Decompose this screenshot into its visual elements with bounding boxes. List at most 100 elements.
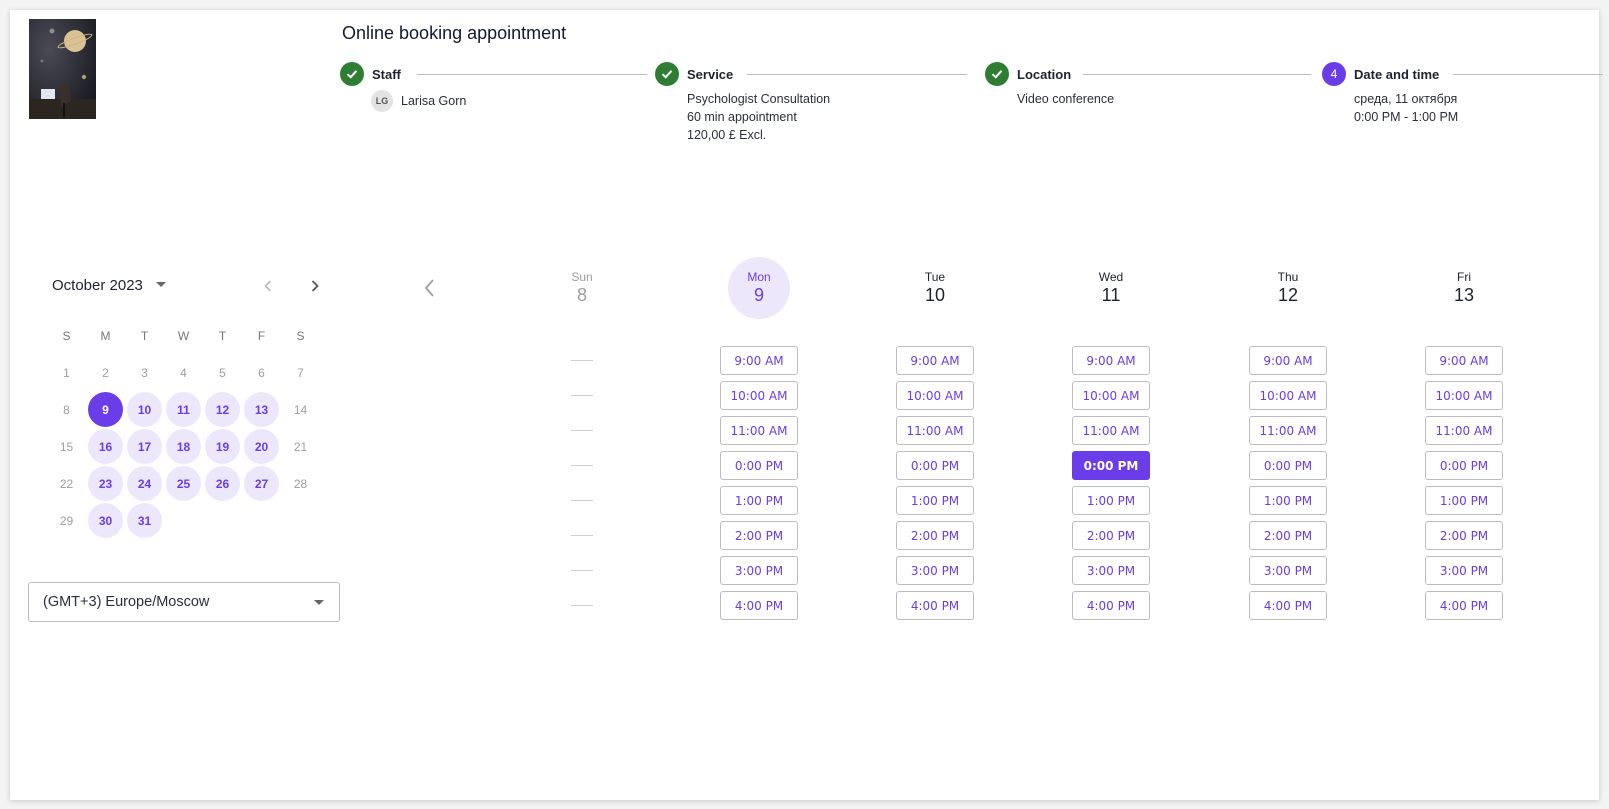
- step-number-badge: 4: [1322, 62, 1346, 86]
- time-slot-button[interactable]: 9:00 AM: [1249, 346, 1327, 375]
- time-slot-button[interactable]: 10:00 AM: [896, 381, 974, 410]
- calendar-day: 5: [203, 354, 242, 391]
- calendar-day[interactable]: 17: [125, 428, 164, 465]
- calendar-day: 6: [242, 354, 281, 391]
- time-slot-button[interactable]: 1:00 PM: [720, 486, 798, 515]
- calendar-day[interactable]: 25: [164, 465, 203, 502]
- time-slot-button[interactable]: 2:00 PM: [720, 521, 798, 550]
- calendar-day: 29: [47, 502, 86, 539]
- time-slot-button[interactable]: 11:00 AM: [720, 416, 798, 445]
- time-slot-button[interactable]: 10:00 AM: [1249, 381, 1327, 410]
- time-slot-button[interactable]: 1:00 PM: [1072, 486, 1150, 515]
- calendar-day[interactable]: 24: [125, 465, 164, 502]
- time-slot-button[interactable]: 2:00 PM: [1249, 521, 1327, 550]
- unavailable-slot-dash: [571, 570, 593, 571]
- calendar-day[interactable]: 20: [242, 428, 281, 465]
- time-slot-button[interactable]: 4:00 PM: [1249, 591, 1327, 620]
- unavailable-slot-dash: [571, 360, 593, 361]
- location-name: Video conference: [1017, 92, 1115, 106]
- selected-date: среда, 11 октября: [1354, 92, 1458, 106]
- time-slot-button[interactable]: 4:00 PM: [720, 591, 798, 620]
- timezone-select[interactable]: (GMT+3) Europe/Moscow: [28, 582, 340, 622]
- day-header: Mon 9: [699, 256, 819, 320]
- time-slot-button[interactable]: 0:00 PM: [896, 451, 974, 480]
- service-duration: 60 min appointment: [687, 110, 797, 124]
- calendar-day-number: 29: [59, 513, 74, 528]
- time-slot-button[interactable]: 11:00 AM: [896, 416, 974, 445]
- time-slot-button[interactable]: 10:00 AM: [1425, 381, 1503, 410]
- time-slot-button[interactable]: 11:00 AM: [1072, 416, 1150, 445]
- month-dropdown-caret-icon[interactable]: [156, 282, 166, 287]
- time-slot-button[interactable]: 2:00 PM: [1072, 521, 1150, 550]
- time-slot-button[interactable]: 1:00 PM: [1425, 486, 1503, 515]
- check-icon: [655, 62, 679, 86]
- day-name: Mon: [747, 270, 771, 284]
- time-slot-button[interactable]: 3:00 PM: [1072, 556, 1150, 585]
- time-slot-button[interactable]: 4:00 PM: [1425, 591, 1503, 620]
- day-number: 9: [753, 285, 764, 305]
- calendar-day[interactable]: 19: [203, 428, 242, 465]
- time-slot-button[interactable]: 0:00 PM: [1249, 451, 1327, 480]
- calendar-day-number: 17: [127, 429, 162, 464]
- time-slot-button[interactable]: 9:00 AM: [720, 346, 798, 375]
- time-slot-button[interactable]: 4:00 PM: [1072, 591, 1150, 620]
- calendar-day-number: 14: [293, 402, 308, 417]
- time-slot-button[interactable]: 9:00 AM: [1072, 346, 1150, 375]
- calendar-day[interactable]: 27: [242, 465, 281, 502]
- step-detail: Psychologist Consultation 60 min appoint…: [687, 90, 830, 144]
- time-slot-button[interactable]: 2:00 PM: [1425, 521, 1503, 550]
- calendar-day-number: 15: [59, 439, 74, 454]
- previous-week-button[interactable]: [418, 276, 442, 300]
- calendar-day-number: 16: [88, 429, 123, 464]
- unavailable-slot-dash: [571, 430, 593, 431]
- step-label: Date and time: [1354, 67, 1440, 82]
- day-header: Wed 11: [1051, 256, 1171, 320]
- day-header: Thu 12: [1228, 256, 1348, 320]
- previous-month-button[interactable]: [258, 276, 278, 296]
- step-connector: [747, 74, 967, 75]
- time-slot-button[interactable]: 11:00 AM: [1249, 416, 1327, 445]
- time-slot-button[interactable]: 0:00 PM: [1425, 451, 1503, 480]
- time-slot-button[interactable]: 4:00 PM: [896, 591, 974, 620]
- time-slot-selected[interactable]: 0:00 PM: [1072, 451, 1150, 480]
- timezone-value: (GMT+3) Europe/Moscow: [43, 594, 210, 610]
- step-connector: [1453, 74, 1603, 75]
- weekday-header: S: [296, 328, 305, 343]
- next-month-button[interactable]: [305, 276, 325, 296]
- calendar-day: 3: [125, 354, 164, 391]
- time-slot-button[interactable]: 9:00 AM: [1425, 346, 1503, 375]
- step-label: Service: [687, 67, 734, 82]
- time-slot-button[interactable]: 10:00 AM: [1072, 381, 1150, 410]
- calendar-month-label[interactable]: October 2023: [52, 277, 143, 294]
- calendar-day[interactable]: 11: [164, 391, 203, 428]
- calendar-day-number: 10: [127, 392, 162, 427]
- step-detail: Video conference: [1017, 90, 1114, 108]
- time-slot-button[interactable]: 3:00 PM: [1425, 556, 1503, 585]
- time-slot-button[interactable]: 0:00 PM: [720, 451, 798, 480]
- calendar-day[interactable]: 23: [86, 465, 125, 502]
- time-slot-button[interactable]: 1:00 PM: [1249, 486, 1327, 515]
- time-slot-button[interactable]: 10:00 AM: [720, 381, 798, 410]
- day-header: Sun 8: [522, 256, 642, 320]
- time-slot-button[interactable]: 3:00 PM: [720, 556, 798, 585]
- calendar-day[interactable]: 13: [242, 391, 281, 428]
- calendar-day[interactable]: 30: [86, 502, 125, 539]
- time-slot-button[interactable]: 11:00 AM: [1425, 416, 1503, 445]
- calendar-day[interactable]: 10: [125, 391, 164, 428]
- time-slot-button[interactable]: 1:00 PM: [896, 486, 974, 515]
- calendar-day[interactable]: 16: [86, 428, 125, 465]
- time-slot-button[interactable]: 3:00 PM: [1249, 556, 1327, 585]
- time-slot-button[interactable]: 9:00 AM: [896, 346, 974, 375]
- calendar-day[interactable]: 31: [125, 502, 164, 539]
- calendar-day: 14: [281, 391, 320, 428]
- chevron-left-icon: [424, 279, 434, 297]
- month-calendar: October 2023 S M T W T F S 1 2 3 4 5 6 7 8 9 10 11 12 13 14 1…: [30, 272, 350, 538]
- time-slot-button[interactable]: 2:00 PM: [896, 521, 974, 550]
- day-name: Thu: [1277, 270, 1299, 284]
- calendar-day[interactable]: 12: [203, 391, 242, 428]
- calendar-day-selected[interactable]: 9: [86, 391, 125, 428]
- calendar-day[interactable]: 26: [203, 465, 242, 502]
- calendar-day[interactable]: 18: [164, 428, 203, 465]
- calendar-day-number: 21: [293, 439, 308, 454]
- time-slot-button[interactable]: 3:00 PM: [896, 556, 974, 585]
